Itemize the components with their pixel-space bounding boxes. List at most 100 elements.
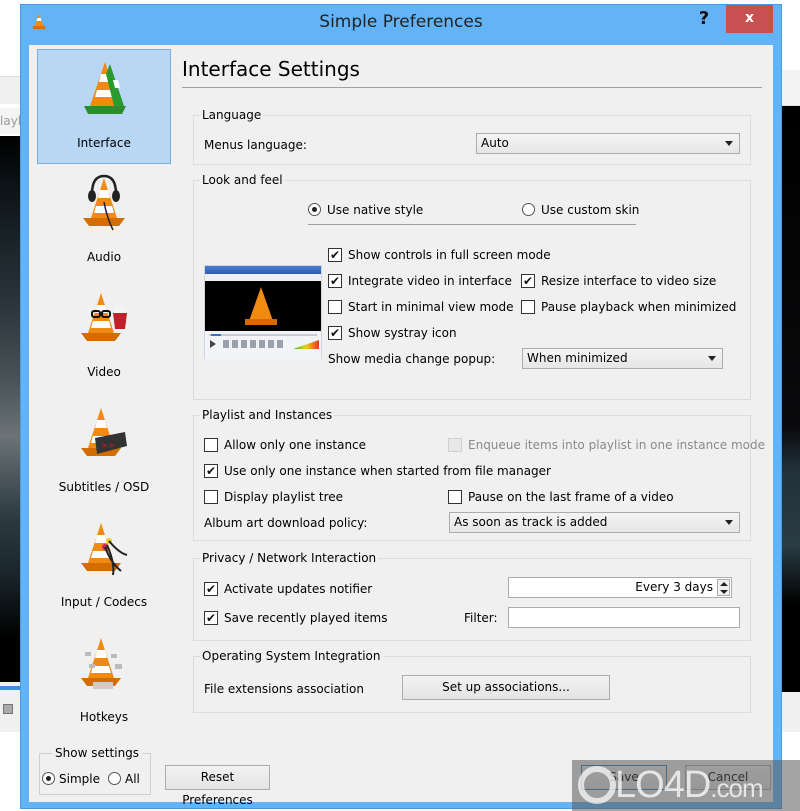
album-art-label: Album art download policy: [204,516,368,530]
title-bar[interactable]: Simple Preferences ? x [21,5,781,38]
show-settings-simple-radio[interactable]: Simple [42,771,100,786]
integrate-video-checkbox[interactable]: Integrate video in interface [328,273,512,289]
checkbox-label: Display playlist tree [224,489,344,504]
show-settings-all-radio[interactable]: All [108,771,140,786]
vlc-subtitles-icon: >> [81,408,127,456]
os-integration-legend: Operating System Integration [200,649,383,663]
playlist-tree-checkbox[interactable]: Display playlist tree [204,489,343,504]
sidebar-item-label: Input / Codecs [60,595,148,609]
sidebar-item-audio[interactable]: Audio [37,164,171,279]
checkbox[interactable] [328,325,342,341]
checkbox-label: Pause on the last frame of a video [468,489,674,504]
radio-all[interactable] [108,772,121,785]
radio-label: Use custom skin [541,202,640,217]
menus-language-select[interactable]: Auto [476,133,740,154]
interface-preview-image [204,265,322,360]
checkbox[interactable] [204,581,218,597]
update-frequency-spinbox[interactable]: Every 3 days [508,577,732,598]
background-right-video [781,106,800,692]
resize-interface-checkbox[interactable]: Resize interface to video size [521,273,717,289]
media-popup-select[interactable]: When minimized [522,348,723,369]
pause-last-frame-checkbox[interactable]: Pause on the last frame of a video [448,489,674,504]
setup-associations-button[interactable]: Set up associations... [402,675,610,700]
checkbox[interactable] [204,610,218,626]
preview-cone-base [245,319,277,325]
checkbox-label: Show controls in full screen mode [348,247,551,262]
sidebar-item-video[interactable]: Video [37,279,171,394]
language-group: Language Menus language: Auto [193,108,751,165]
vlc-hotkeys-icon [81,638,122,689]
checkbox[interactable] [328,299,342,314]
menus-language-label: Menus language: [204,138,307,152]
minimal-view-checkbox[interactable]: Start in minimal view mode [328,299,514,314]
custom-skin-radio[interactable]: Use custom skin [522,202,639,217]
radio-label: Use native style [327,202,424,217]
background-right-tab [781,70,800,106]
sidebar-item-subtitles-osd[interactable]: >> Subtitles / OSD [37,394,171,509]
checkbox[interactable] [521,273,535,289]
playlist-legend: Playlist and Instances [200,408,335,422]
os-integration-group: Operating System Integration File extens… [193,649,751,713]
one-instance-checkbox[interactable]: Allow only one instance [204,437,366,452]
fullscreen-controls-checkbox[interactable]: Show controls in full screen mode [328,247,551,263]
updates-notifier-checkbox[interactable]: Activate updates notifier [204,581,372,597]
checkbox [448,437,462,452]
checkbox[interactable] [204,437,218,452]
radio-label: All [125,771,140,786]
album-art-select[interactable]: As soon as track is added [449,512,740,533]
enqueue-items-checkbox: Enqueue items into playlist in one insta… [448,437,765,452]
checkbox-label: Resize interface to video size [541,273,717,288]
radio-native-style[interactable] [308,203,321,216]
checkbox[interactable] [448,489,462,504]
help-button[interactable]: ? [694,9,714,31]
checkbox[interactable] [521,299,535,314]
sidebar-item-hotkeys[interactable]: Hotkeys [37,624,171,739]
page-title: Interface Settings [182,57,360,81]
playlist-instances-group: Playlist and Instances Allow only one in… [193,408,765,541]
radio-label: Simple [59,771,100,786]
preview-seekbar-fill [211,334,221,336]
checkbox[interactable] [204,489,218,504]
sidebar-item-label: Hotkeys [79,710,129,724]
checkbox-label: Save recently played items [224,610,388,625]
language-legend: Language [200,108,264,122]
radio-custom-skin[interactable] [522,203,535,216]
background-video [0,136,20,682]
close-button[interactable]: x [726,5,773,33]
privacy-network-group: Privacy / Network Interaction Activate u… [193,551,751,641]
vlc-video-icon [81,293,127,341]
select-value: When minimized [527,351,628,365]
radio-simple[interactable] [42,772,55,785]
checkbox-label: Show systray icon [348,325,457,340]
checkbox-label: Allow only one instance [224,437,367,452]
checkbox-label: Start in minimal view mode [348,299,514,314]
preview-cone-icon [249,287,273,321]
checkbox-label: Pause playback when minimized [541,299,737,314]
sidebar-item-label: Audio [86,250,122,264]
background-toolbar [0,76,22,104]
recent-items-checkbox[interactable]: Save recently played items [204,610,388,626]
reset-preferences-button[interactable]: Reset Preferences [165,765,270,807]
file-manager-instance-checkbox[interactable]: Use only one instance when started from … [204,463,551,479]
stop-icon [3,704,13,714]
checkbox[interactable] [328,273,342,289]
sidebar-item-interface[interactable]: Interface [37,49,171,164]
checkbox[interactable] [328,247,342,263]
sidebar-item-input-codecs[interactable]: Input / Codecs [37,509,171,624]
vlc-audio-icon [83,174,125,231]
spinner-arrows-icon[interactable] [717,579,730,596]
systray-icon-checkbox[interactable]: Show systray icon [328,325,457,341]
background-right-controls [781,692,800,732]
chevron-down-icon [725,520,733,525]
checkbox[interactable] [204,463,218,479]
sidebar-item-label: Subtitles / OSD [58,480,150,494]
select-value: As soon as track is added [454,515,608,529]
show-settings-group: Show settings Simple All [39,746,151,795]
vlc-interface-icon [84,62,126,114]
pause-minimized-checkbox[interactable]: Pause playback when minimized [521,299,736,314]
filter-input[interactable] [508,607,740,628]
native-style-radio[interactable]: Use native style [308,202,423,217]
checkbox-label: Use only one instance when started from … [224,463,551,478]
preview-titlebar [205,266,321,274]
watermark-suffix: .com [710,773,763,803]
